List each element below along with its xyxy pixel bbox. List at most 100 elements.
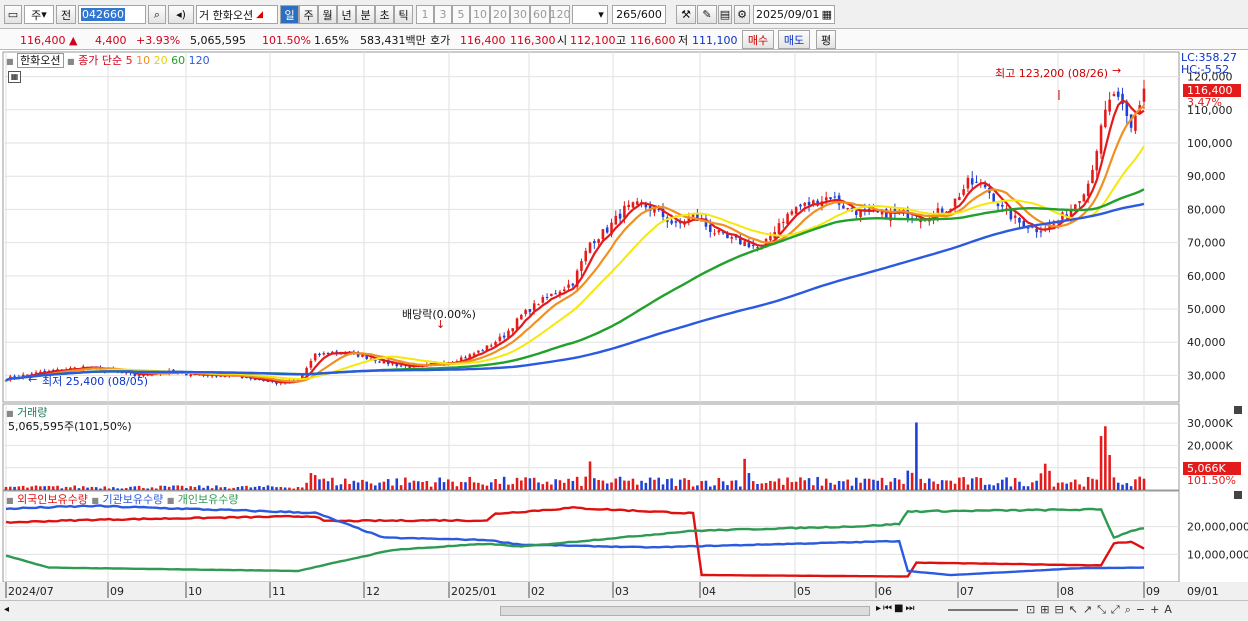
volume-bar — [666, 479, 669, 490]
window-icon[interactable]: ▭ — [4, 5, 22, 24]
volume-bar — [73, 485, 76, 490]
period-tab-5[interactable]: 초 — [375, 5, 394, 24]
x-label: 04 — [702, 585, 716, 598]
prev-button[interactable]: 전 — [56, 5, 76, 24]
close-icon[interactable] — [1234, 491, 1242, 499]
drawing-icon[interactable]: ⤢ — [1111, 603, 1120, 617]
volume-bar — [1069, 482, 1073, 490]
volume-bar — [657, 477, 661, 490]
x-label: 10 — [188, 585, 202, 598]
stop-icon[interactable]: ■ — [894, 603, 903, 614]
volume-bar — [206, 485, 210, 490]
zoom-slider[interactable] — [948, 609, 1018, 611]
stock-name-field[interactable]: 거 한화오션 ◢ — [196, 5, 278, 24]
volume-bar — [833, 484, 837, 490]
indicator-icon[interactable]: ⚒ — [676, 5, 696, 24]
legend-stock: 한화오션 — [17, 53, 64, 68]
volume-bar — [1048, 470, 1051, 490]
volume-bar — [477, 482, 480, 490]
count-field[interactable]: 265/600 — [612, 5, 666, 24]
bottom-scrollbar[interactable]: ◂ ▸ ⏮ ■ ⏭ ⊡ ⊞ ⊟ ↖ ↗ ⤡ ⤢ ⌕ − + A — [0, 600, 1248, 621]
chart-area[interactable]: 120,000 110,000 100,000 90,000 80,000 70,000 6… — [0, 50, 1248, 621]
volume-bar — [640, 480, 643, 490]
date-value: 2025/09/01 — [756, 8, 820, 21]
drawing-icon[interactable]: ↗ — [1083, 603, 1092, 617]
volume-bar — [1065, 483, 1068, 490]
drawing-icon[interactable]: ↖ — [1069, 603, 1078, 617]
candle — [580, 261, 583, 271]
buy-button[interactable]: 매수 — [742, 30, 774, 49]
volume-bar — [524, 477, 527, 490]
drawing-icon[interactable]: ⊡ — [1026, 603, 1035, 617]
period-tab-1[interactable]: 주 — [299, 5, 318, 24]
save-icon[interactable]: ▤ — [718, 5, 732, 24]
search-icon[interactable]: ⌕ — [148, 5, 166, 24]
volume-bar — [1134, 479, 1137, 490]
volume-bar — [635, 484, 639, 490]
sell-button[interactable]: 매도 — [778, 30, 810, 49]
minus-icon[interactable]: − — [1136, 603, 1145, 617]
speaker-icon[interactable]: ◂) — [168, 5, 194, 24]
interval-button-1[interactable]: 1 — [416, 5, 434, 24]
period-tab-6[interactable]: 틱 — [394, 5, 413, 24]
volume-bar — [21, 485, 25, 490]
table-icon[interactable]: ▦ — [8, 71, 21, 83]
volume-bar — [455, 486, 459, 490]
volume-bar — [94, 487, 98, 490]
volume-bar — [812, 485, 815, 490]
tool-icon[interactable]: ✎ — [697, 5, 717, 24]
volume-bar — [459, 481, 463, 490]
candle — [532, 303, 536, 311]
volume-bar — [670, 478, 673, 490]
drawing-icon[interactable]: ⊞ — [1040, 603, 1049, 617]
search-icon[interactable]: ⌕ — [1125, 603, 1131, 617]
volume-bar — [700, 481, 703, 490]
volume-bar — [756, 483, 759, 490]
first-icon[interactable]: ⏮ — [883, 603, 892, 614]
volume-bar — [1138, 476, 1141, 490]
volume-bar — [215, 485, 218, 490]
stock-chart[interactable]: 120,000110,000100,00090,00080,00070,0006… — [0, 50, 1248, 600]
candle — [1074, 204, 1077, 209]
drawing-icon[interactable]: ⊟ — [1054, 603, 1063, 617]
eval-button[interactable]: 평 — [816, 30, 836, 49]
font-icon[interactable]: A — [1164, 603, 1172, 617]
last-icon[interactable]: ⏭ — [905, 603, 914, 614]
scroll-right-icon[interactable]: ▸ — [876, 603, 881, 614]
interval-button-120[interactable]: 120 — [550, 5, 570, 24]
date-field[interactable]: 2025/09/01 ▦ — [753, 5, 835, 24]
x-label-end: 09/01 — [1187, 585, 1219, 598]
close-icon[interactable] — [1234, 406, 1242, 414]
drawing-icon[interactable]: ⤡ — [1097, 603, 1106, 617]
period-tab-2[interactable]: 월 — [318, 5, 337, 24]
interval-dropdown[interactable]: ▾ — [572, 5, 608, 24]
interval-button-5[interactable]: 5 — [452, 5, 470, 24]
period-tab-3[interactable]: 년 — [337, 5, 356, 24]
candle — [777, 223, 781, 234]
scroll-thumb[interactable] — [500, 606, 870, 616]
price-tick: 70,000 — [1187, 237, 1226, 250]
market-select[interactable]: 주 ▾ — [24, 5, 54, 24]
interval-button-10[interactable]: 10 — [470, 5, 490, 24]
x-label: 09 — [1146, 585, 1160, 598]
interval-button-20[interactable]: 20 — [490, 5, 510, 24]
price-tick: 100,000 — [1187, 137, 1233, 150]
interval-button-3[interactable]: 3 — [434, 5, 452, 24]
gear-icon[interactable]: ⚙ — [734, 5, 750, 24]
volume-bar — [253, 486, 257, 490]
plus-icon[interactable]: + — [1150, 603, 1159, 617]
code-input[interactable]: 042660 — [78, 5, 146, 24]
interval-button-30[interactable]: 30 — [510, 5, 530, 24]
volume-bar — [236, 486, 240, 490]
period-tab-0[interactable]: 일 — [280, 5, 299, 24]
volume-bar — [902, 483, 905, 490]
interval-button-60[interactable]: 60 — [530, 5, 550, 24]
volume-bar — [614, 478, 618, 490]
period-tab-4[interactable]: 분 — [356, 5, 375, 24]
volume-bar — [953, 483, 957, 490]
legend-ma10: 10 — [136, 54, 151, 67]
scroll-left-icon[interactable]: ◂ — [4, 604, 9, 615]
price-tick: 50,000 — [1187, 303, 1226, 316]
volume-bar — [769, 480, 772, 490]
volume-bar — [13, 486, 16, 490]
